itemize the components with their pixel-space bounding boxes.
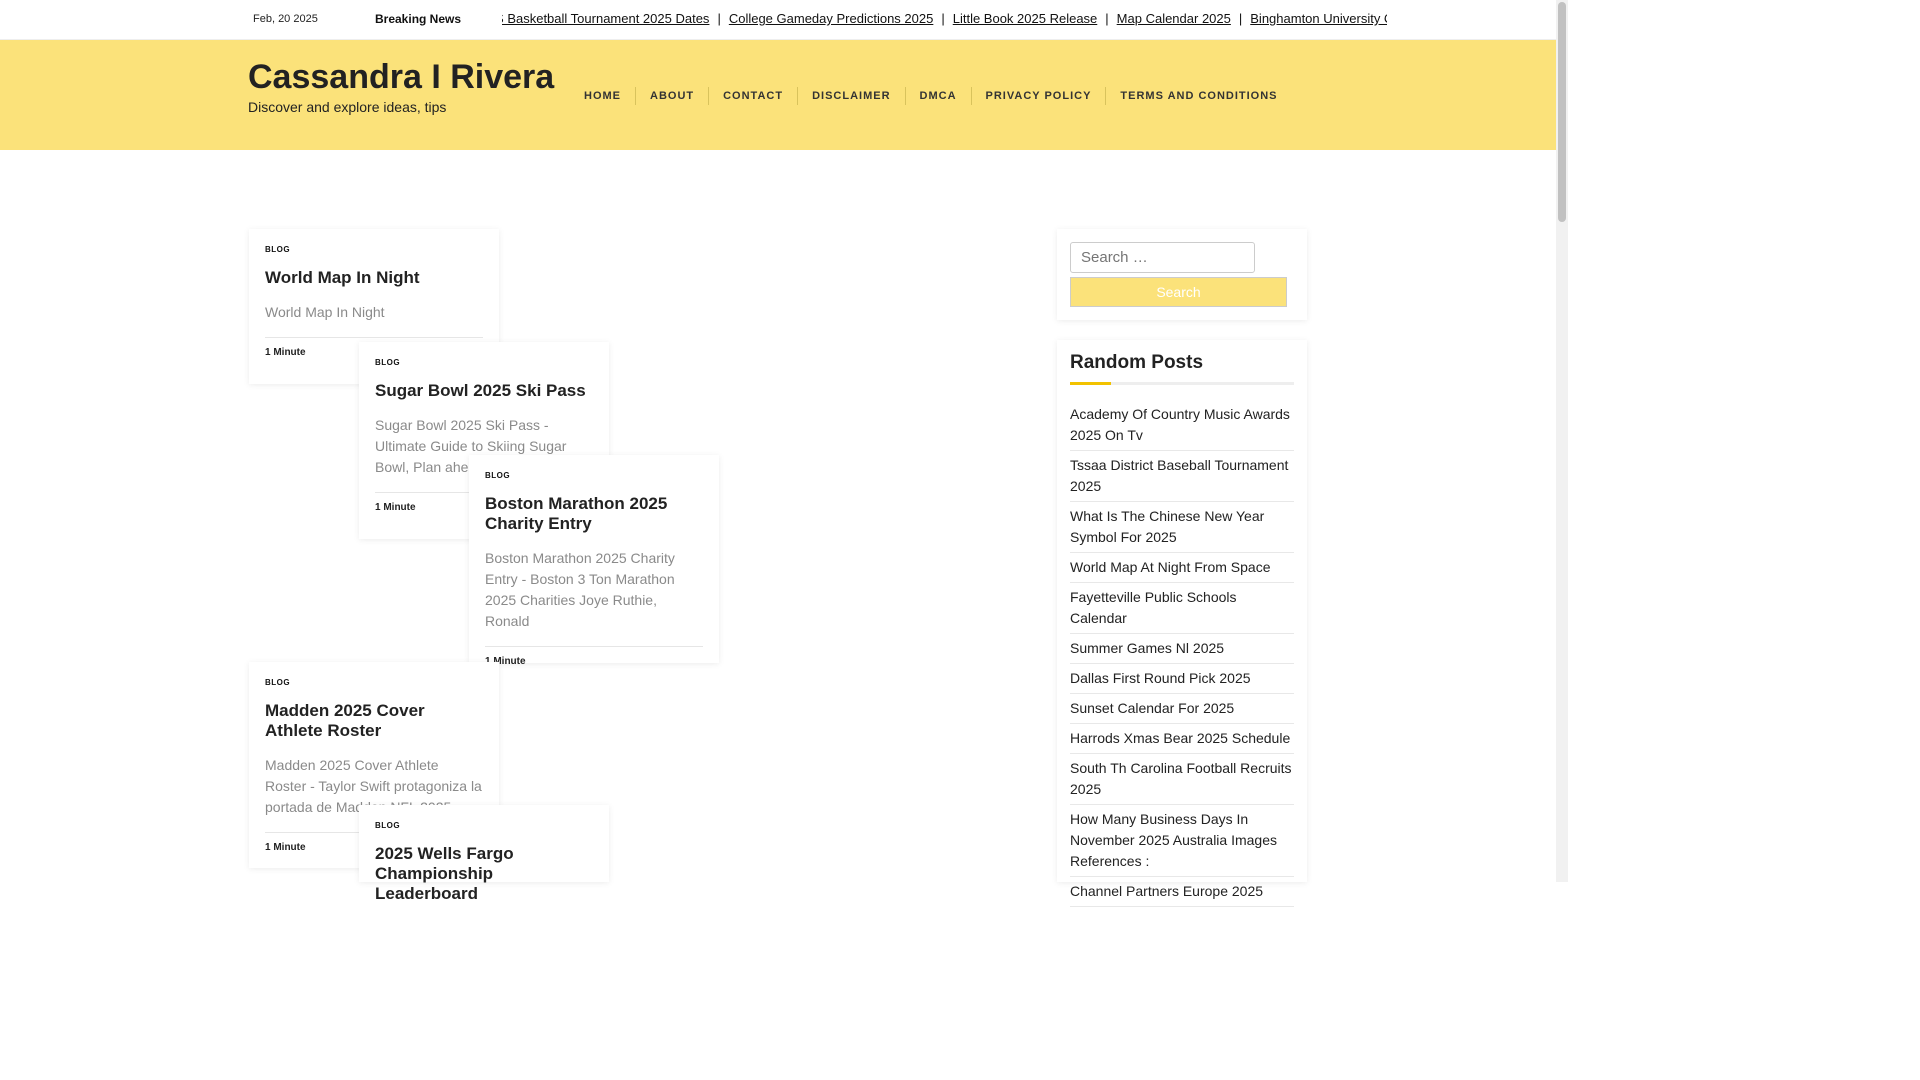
- random-post-link[interactable]: Summer Games Nl 2025: [1070, 634, 1294, 664]
- nav-home[interactable]: HOME: [570, 87, 636, 105]
- search-input[interactable]: [1070, 242, 1255, 273]
- top-bar: Feb, 20 2025 Breaking News Women'S Baske…: [0, 0, 1556, 40]
- random-post-link[interactable]: Tssaa District Baseball Tournament 2025: [1070, 451, 1294, 502]
- post-title[interactable]: World Map In Night: [265, 268, 483, 288]
- post-title[interactable]: Madden 2025 Cover Athlete Roster: [265, 701, 483, 741]
- scrollbar-thumb[interactable]: [1558, 2, 1566, 222]
- post-title[interactable]: Boston Marathon 2025 Charity Entry: [485, 494, 703, 534]
- site-description: Discover and explore ideas, tips: [248, 99, 447, 115]
- post-excerpt: Boston Marathon 2025 Charity Entry - Bos…: [485, 550, 675, 629]
- ticker-link[interactable]: College Gameday Predictions 2025: [729, 11, 934, 26]
- nav-terms[interactable]: TERMS AND CONDITIONS: [1106, 87, 1291, 105]
- ticker-link[interactable]: Map Calendar 2025: [1117, 11, 1231, 26]
- random-post-link[interactable]: Channel Partners Europe 2025: [1070, 877, 1294, 907]
- ticker-separator: |: [941, 11, 945, 26]
- random-post-link[interactable]: Sunset Calendar For 2025: [1070, 694, 1294, 724]
- random-post-link[interactable]: How Many Business Days In November 2025 …: [1070, 805, 1294, 877]
- ticker-link[interactable]: Binghamton University Calendar 2025: [1250, 11, 1387, 26]
- random-post-link[interactable]: South Th Carolina Football Recruits 2025: [1070, 754, 1294, 805]
- search-widget: Search: [1057, 229, 1307, 320]
- post-category[interactable]: BLOG: [265, 678, 483, 687]
- current-date: Feb, 20 2025: [253, 13, 318, 25]
- widget-title: Random Posts: [1070, 352, 1204, 373]
- widget-title-underline: [1070, 382, 1294, 385]
- random-post-link[interactable]: What Is The Chinese New Year Symbol For …: [1070, 502, 1294, 553]
- search-button[interactable]: Search: [1070, 277, 1287, 307]
- post-read-time: 1 Minute: [485, 646, 703, 667]
- ticker-separator: |: [1105, 11, 1109, 26]
- news-ticker: Women'S Basketball Tournament 2025 Dates…: [502, 11, 1387, 31]
- random-post-link[interactable]: Academy Of Country Music Awards 2025 On …: [1070, 400, 1294, 451]
- nav-privacy-policy[interactable]: PRIVACY POLICY: [972, 87, 1107, 105]
- post-category[interactable]: BLOG: [485, 471, 703, 480]
- breaking-news-label: Breaking News: [375, 12, 462, 26]
- random-posts-widget: Random Posts Academy Of Country Music Aw…: [1057, 340, 1307, 907]
- ticker-separator: |: [1238, 11, 1243, 26]
- random-post-link[interactable]: Dallas First Round Pick 2025: [1070, 664, 1294, 694]
- page-scrollbar[interactable]: [1556, 0, 1568, 882]
- nav-contact[interactable]: CONTACT: [709, 87, 799, 105]
- site-header: Cassandra I Rivera Discover and explore …: [0, 40, 1556, 150]
- nav-disclaimer[interactable]: DISCLAIMER: [798, 87, 906, 105]
- random-post-link[interactable]: World Map At Night From Space: [1070, 553, 1294, 583]
- random-post-link[interactable]: Harrods Xmas Bear 2025 Schedule: [1070, 724, 1294, 754]
- post-title[interactable]: Sugar Bowl 2025 Ski Pass: [375, 381, 593, 401]
- nav-about[interactable]: ABOUT: [636, 87, 710, 105]
- random-posts-list: Academy Of Country Music Awards 2025 On …: [1070, 400, 1294, 907]
- post-title[interactable]: 2025 Wells Fargo Championship Leaderboar…: [375, 844, 593, 904]
- post-card: BLOG Boston Marathon 2025 Charity Entry …: [469, 455, 719, 667]
- ticker-separator: |: [717, 11, 721, 26]
- main-nav: HOME ABOUT CONTACT DISCLAIMER DMCA PRIVA…: [570, 87, 1292, 105]
- post-category[interactable]: BLOG: [375, 358, 593, 367]
- post-category[interactable]: BLOG: [375, 821, 593, 830]
- post-category[interactable]: BLOG: [265, 245, 483, 254]
- random-post-link[interactable]: Fayetteville Public Schools Calendar: [1070, 583, 1294, 634]
- nav-dmca[interactable]: DMCA: [906, 87, 972, 105]
- post-card: BLOG 2025 Wells Fargo Championship Leade…: [359, 805, 609, 903]
- ticker-link[interactable]: Women'S Basketball Tournament 2025 Dates: [502, 11, 709, 26]
- site-title[interactable]: Cassandra I Rivera: [248, 58, 554, 97]
- ticker-link[interactable]: Little Book 2025 Release: [953, 11, 1098, 26]
- post-excerpt: World Map In Night: [265, 304, 385, 320]
